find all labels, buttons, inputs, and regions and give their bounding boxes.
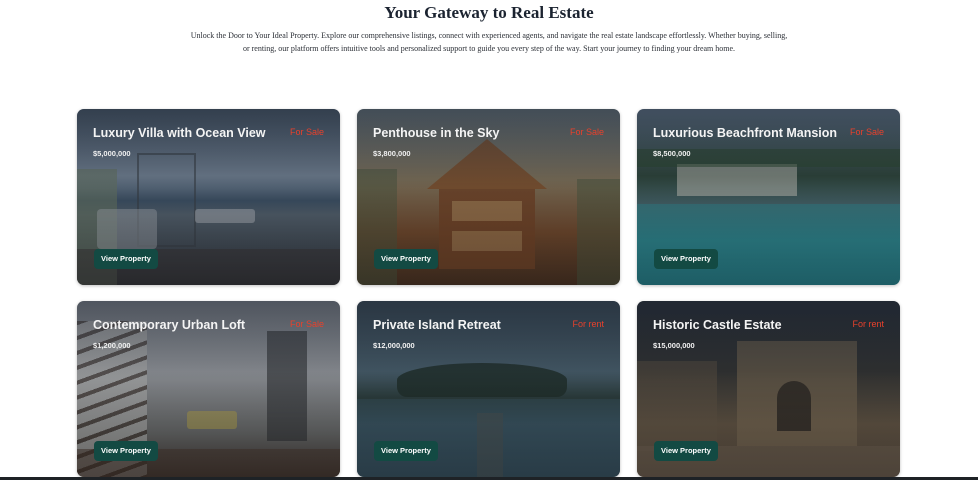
listing-card-loft[interactable]: Contemporary Urban Loft $1,200,000 For S… — [77, 301, 340, 477]
listing-price: $15,000,000 — [653, 341, 695, 350]
page-subtitle: Unlock the Door to Your Ideal Property. … — [190, 31, 788, 53]
listing-status: For rent — [852, 319, 884, 329]
listing-price: $5,000,000 — [93, 149, 131, 158]
view-property-button[interactable]: View Property — [94, 249, 158, 269]
listing-name: Luxury Villa with Ocean View — [93, 126, 266, 140]
listing-card-penthouse[interactable]: Penthouse in the Sky $3,800,000 For Sale… — [357, 109, 620, 285]
view-property-button[interactable]: View Property — [654, 441, 718, 461]
view-property-button[interactable]: View Property — [374, 441, 438, 461]
listing-name: Contemporary Urban Loft — [93, 318, 246, 332]
view-property-button[interactable]: View Property — [374, 249, 438, 269]
listing-card-beachfront[interactable]: Luxurious Beachfront Mansion $8,500,000 … — [637, 109, 900, 285]
listing-price: $12,000,000 — [373, 341, 415, 350]
view-property-button[interactable]: View Property — [654, 249, 718, 269]
listing-name: Luxurious Beachfront Mansion — [653, 126, 838, 140]
listing-name: Penthouse in the Sky — [373, 126, 500, 140]
listing-status: For rent — [572, 319, 604, 329]
listing-status: For Sale — [289, 127, 324, 137]
listing-status: For Sale — [289, 319, 324, 329]
listing-name: Historic Castle Estate — [653, 318, 782, 332]
listing-price: $8,500,000 — [653, 149, 691, 158]
listing-card-castle[interactable]: Historic Castle Estate $15,000,000 For r… — [637, 301, 900, 477]
listing-price: $3,800,000 — [373, 149, 411, 158]
view-property-button[interactable]: View Property — [94, 441, 158, 461]
listing-card-island[interactable]: Private Island Retreat $12,000,000 For r… — [357, 301, 620, 477]
listing-card-villa[interactable]: Luxury Villa with Ocean View $5,000,000 … — [77, 109, 340, 285]
page: Your Gateway to Real Estate Unlock the D… — [0, 0, 978, 480]
listing-name: Private Island Retreat — [373, 318, 501, 332]
listing-status: For Sale — [849, 127, 884, 137]
page-title: Your Gateway to Real Estate — [384, 3, 594, 22]
listing-price: $1,200,000 — [93, 341, 131, 350]
listing-status: For Sale — [569, 127, 604, 137]
